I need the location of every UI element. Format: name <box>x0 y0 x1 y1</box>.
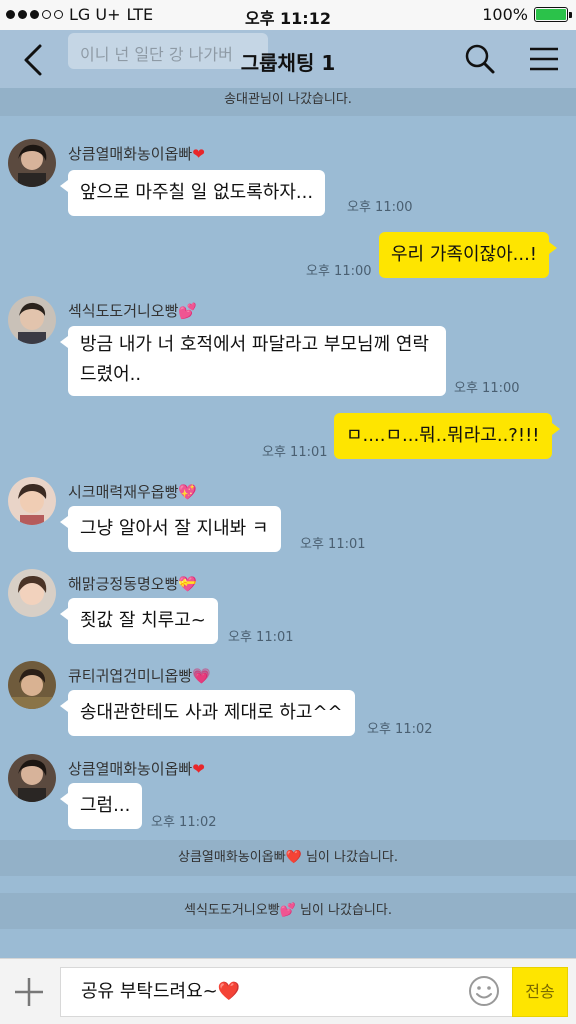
sender-name: 큐티귀엽건미니옵빵💗 <box>68 667 211 685</box>
message-bubble[interactable]: 방금 내가 너 호적에서 파달라고 부모님께 연락 드렸어.. <box>60 326 446 396</box>
search-icon[interactable] <box>462 41 498 77</box>
sender-name: 섹식도도거니오빵💕 <box>68 302 198 320</box>
message-time: 오후 11:00 <box>454 381 520 396</box>
message-time: 오후 11:01 <box>262 445 328 460</box>
system-notice: 송대관님이 나갔습니다. <box>0 88 576 116</box>
plus-icon[interactable] <box>10 973 48 1011</box>
message-input-bar: 공유 부탁드려요~❤️ 전송 <box>0 958 576 1024</box>
message-time: 오후 11:00 <box>306 264 372 279</box>
message-bubble[interactable]: 죗값 잘 치루고~ <box>60 598 218 644</box>
avatar[interactable] <box>8 296 56 344</box>
emoji-icon[interactable] <box>467 974 501 1008</box>
message-bubble-mine[interactable]: 우리 가족이잖아...! <box>379 232 558 278</box>
sender-name: 해맑긍정동명오빵💝 <box>68 575 198 593</box>
avatar[interactable] <box>8 139 56 187</box>
avatar[interactable] <box>8 569 56 617</box>
sender-name: 상큼열매화농이옵빠❤ <box>68 760 205 778</box>
system-notice: 상큼열매화농이옵빠❤️ 님이 나갔습니다. <box>0 840 576 876</box>
avatar[interactable] <box>8 661 56 709</box>
battery-percent: 100% <box>482 5 528 24</box>
message-bubble[interactable]: 그럼... <box>59 783 143 829</box>
sender-name: 시크매력재우옵빵💖 <box>68 483 198 501</box>
message-time: 오후 11:00 <box>347 200 413 215</box>
message-bubble[interactable]: 송대관한테도 사과 제대로 하고^^ <box>60 690 355 736</box>
system-notice: 섹식도도거니오빵💕 님이 나갔습니다. <box>0 893 576 929</box>
status-bar: LG U+ LTE 오후 11:12 100% <box>0 0 576 30</box>
message-time: 오후 11:01 <box>300 537 366 552</box>
send-button[interactable]: 전송 <box>512 967 568 1017</box>
message-input[interactable]: 공유 부탁드려요~❤️ <box>60 967 512 1017</box>
message-time: 오후 11:02 <box>367 722 433 737</box>
status-right: 100% <box>482 5 572 24</box>
avatar[interactable] <box>8 754 56 802</box>
message-bubble[interactable]: 그냥 알아서 잘 지내봐 ㅋ <box>60 506 281 552</box>
message-bubble[interactable]: 앞으로 마주칠 일 없도록하자... <box>59 170 326 216</box>
battery-icon <box>534 7 572 22</box>
menu-icon[interactable] <box>526 41 562 77</box>
message-bubble-mine[interactable]: ㅁ....ㅁ...뭐..뭐라고..?!!! <box>334 413 559 459</box>
message-time: 오후 11:02 <box>151 815 217 830</box>
chat-header: 이니 넌 일단 강 나가버 그룹채팅 1 <box>0 30 576 90</box>
avatar[interactable] <box>8 477 56 525</box>
message-time: 오후 11:01 <box>228 630 294 645</box>
sender-name: 상큼열매화농이옵빠❤ <box>68 145 205 163</box>
